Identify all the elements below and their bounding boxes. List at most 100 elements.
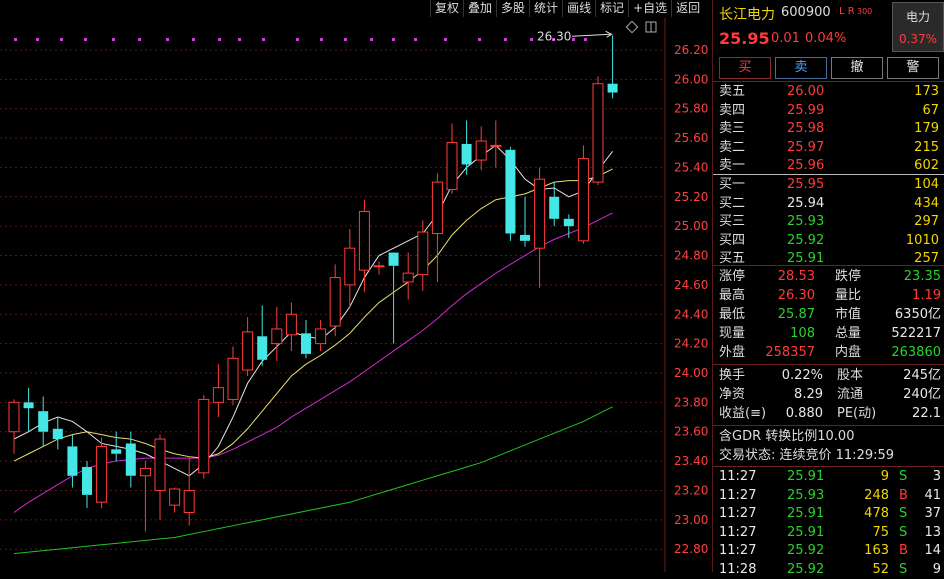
bid-volume: 104	[914, 177, 939, 192]
y-tick-label: 26.00	[674, 72, 708, 86]
toolbar-item-4[interactable]: 画线	[562, 0, 595, 17]
ask-row[interactable]: 卖二 25.97 215	[713, 139, 944, 157]
tick-row[interactable]: 11:27 25.93 248 B 41	[713, 487, 944, 505]
candle	[23, 387, 34, 432]
candle	[169, 487, 181, 513]
tick-price: 25.92	[787, 562, 825, 577]
candle	[96, 437, 108, 509]
toolbar-item-1[interactable]: 叠加	[463, 0, 496, 17]
candle	[577, 145, 589, 244]
tick-price: 25.92	[787, 543, 825, 559]
candle	[431, 173, 443, 282]
toolbar-item-0[interactable]: 复权	[430, 0, 463, 17]
y-tick-label: 22.80	[674, 542, 708, 556]
stat-value: 6350亿	[894, 307, 941, 322]
tick-volume: 52	[872, 562, 889, 577]
y-tick-label: 24.60	[674, 278, 708, 292]
stat-label: 涨停	[719, 269, 746, 284]
tick-count: 3	[932, 469, 941, 484]
candle	[82, 461, 92, 509]
bid-row[interactable]: 买四 25.92 1010	[713, 232, 944, 250]
tick-volume: 9	[880, 469, 889, 484]
tick-count: 13	[924, 524, 941, 540]
fund-label: 流通	[837, 387, 864, 402]
candle	[592, 76, 604, 186]
fund-row: 收益(≡) 0.880 PE(动) 22.1	[713, 405, 944, 423]
tick-time: 11:27	[719, 506, 757, 522]
sell-button[interactable]: 卖	[775, 57, 827, 79]
candle	[8, 399, 20, 454]
bid-volume: 434	[914, 195, 939, 211]
chart-toolbar: 复权 叠加 多股 统计 画线 标记 +自选 返回	[430, 0, 704, 17]
candle	[212, 364, 224, 418]
y-tick-label: 24.80	[674, 249, 708, 263]
ask-row[interactable]: 卖五 26.00 173	[713, 83, 944, 101]
ask-row[interactable]: 卖三 25.98 179	[713, 120, 944, 138]
y-tick-label: 23.60	[674, 425, 708, 439]
high-price-label: 26.30	[537, 29, 571, 43]
stat-label: 总量	[835, 326, 862, 341]
fund-label: PE(动)	[837, 406, 877, 421]
ask-row[interactable]: 卖一 25.96 602	[713, 157, 944, 175]
y-tick-label: 26.20	[674, 43, 708, 57]
stat-row: 最高 26.30 量比 1.19	[713, 287, 944, 305]
toolbar-item-5[interactable]: 标记	[595, 0, 628, 17]
buy-button[interactable]: 买	[719, 57, 771, 79]
stat-label: 最低	[719, 307, 746, 322]
fund-value: 22.1	[912, 406, 941, 421]
stat-label: 市值	[835, 307, 862, 322]
tick-row[interactable]: 11:27 25.91 75 S 13	[713, 524, 944, 542]
alert-button[interactable]: 警	[887, 57, 939, 79]
candle	[301, 320, 311, 359]
bid-row[interactable]: 买一 25.95 104	[713, 176, 944, 194]
event-marker-row	[14, 38, 587, 41]
bid-row[interactable]: 买三 25.93 297	[713, 213, 944, 231]
tick-row[interactable]: 11:27 25.91 478 S 37	[713, 505, 944, 523]
stat-value: 23.35	[903, 269, 941, 284]
tick-row[interactable]: 11:28 25.92 52 S 9	[713, 561, 944, 579]
diamond-icon[interactable]	[625, 20, 639, 34]
ask-price: 26.00	[787, 84, 825, 99]
candle	[315, 320, 327, 351]
bid-row[interactable]: 买二 25.94 434	[713, 195, 944, 213]
sector-box[interactable]: 电力 0.37%	[892, 2, 944, 52]
toolbar-item-2[interactable]: 多股	[496, 0, 529, 17]
tick-side: B	[899, 487, 908, 503]
tick-time: 11:27	[719, 543, 757, 559]
kline-chart[interactable]: 26.20 26.00 25.80 25.60 25.40 25.20 25.00 24.80…	[0, 18, 712, 572]
ma10-line	[13, 168, 613, 462]
toolbar-item-6[interactable]: +自选	[628, 0, 671, 17]
candle	[329, 264, 341, 337]
cancel-button[interactable]: 撤	[831, 57, 883, 79]
candle	[154, 434, 166, 520]
ask-price: 25.99	[787, 102, 825, 118]
fund-label: 换手	[719, 368, 746, 383]
stock-code: 600900	[781, 5, 831, 20]
tick-side: S	[899, 562, 908, 577]
fund-value: 0.22%	[781, 368, 823, 383]
y-tick-label: 24.20	[674, 337, 708, 351]
toolbar-item-7[interactable]: 返回	[671, 0, 704, 17]
ask-row[interactable]: 卖四 25.99 67	[713, 102, 944, 120]
y-tick-label: 24.40	[674, 307, 708, 321]
tick-count: 41	[924, 487, 941, 503]
candle	[505, 146, 516, 241]
fund-value: 245亿	[903, 368, 941, 383]
stat-label: 现量	[719, 326, 746, 341]
stat-label: 量比	[835, 288, 862, 303]
toolbar-item-3[interactable]: 统计	[529, 0, 562, 17]
tick-row[interactable]: 11:27 25.91 9 S 3	[713, 468, 944, 486]
stat-label: 最高	[719, 288, 746, 303]
candlesticks	[8, 35, 618, 532]
ask-label: 卖二	[719, 139, 746, 155]
stat-value: 28.53	[777, 269, 815, 284]
tick-row[interactable]: 11:27 25.92 163 B 14	[713, 542, 944, 560]
y-tick-label: 24.00	[674, 366, 708, 380]
bid-price: 25.94	[787, 195, 825, 211]
y-tick-label: 25.60	[674, 131, 708, 145]
tick-count: 14	[924, 543, 941, 559]
price-pct: 0.04%	[805, 31, 847, 46]
fund-label: 收益(≡)	[719, 406, 767, 421]
ask-price: 25.96	[787, 158, 825, 174]
candle	[111, 431, 122, 462]
